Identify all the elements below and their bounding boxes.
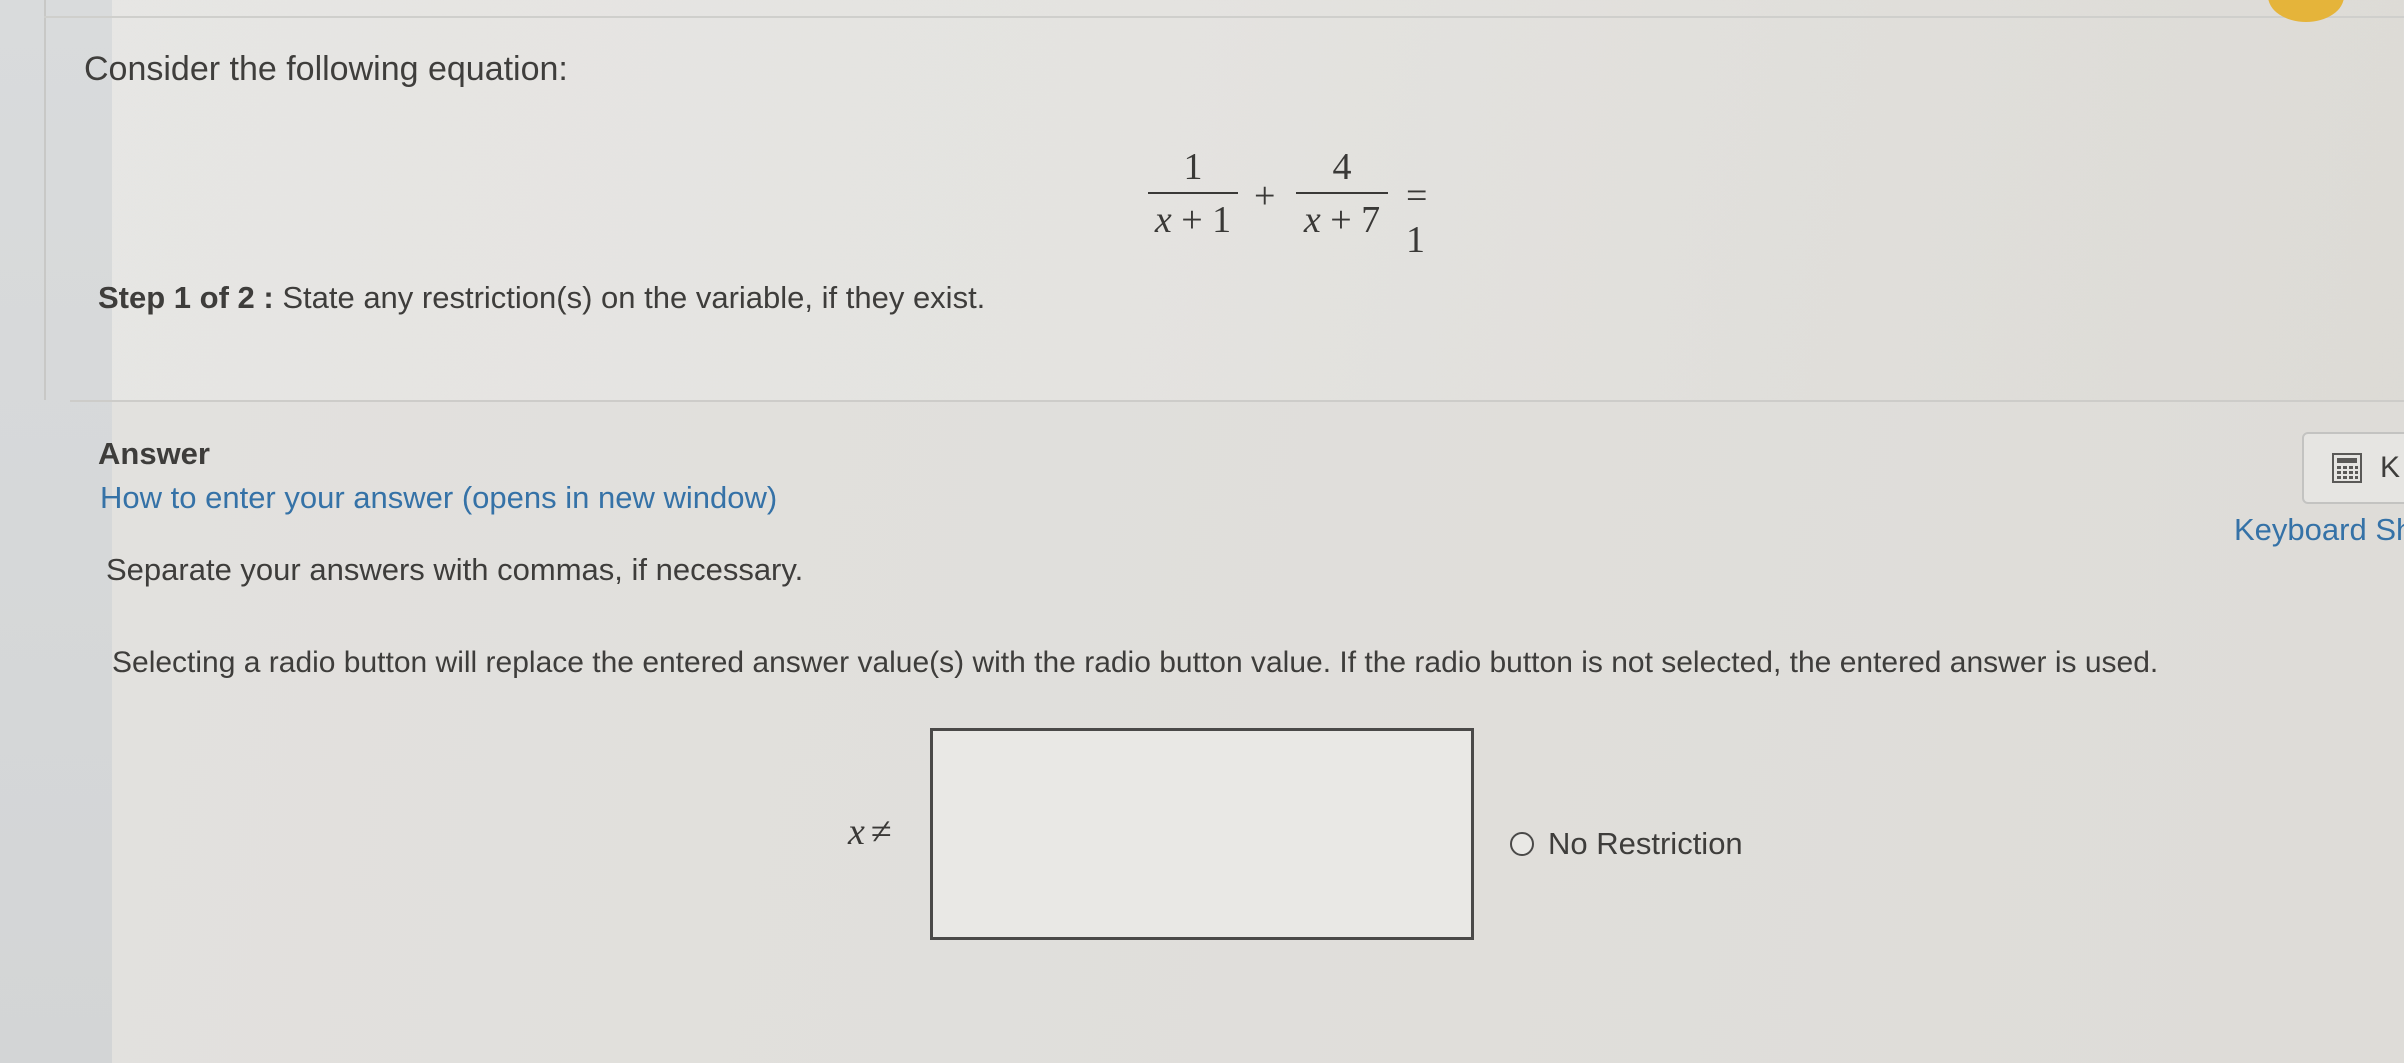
fraction-2: 4 x + 7 [1296,142,1388,246]
how-to-enter-answer-link[interactable]: How to enter your answer (opens in new w… [100,480,777,516]
step-label: Step 1 of 2 : [98,280,274,315]
plus-sign: + [1254,175,1276,217]
radio-button-instruction: Selecting a radio button will replace th… [112,646,2159,679]
fraction-2-denominator: x + 7 [1296,194,1388,246]
restriction-answer-input[interactable] [930,728,1474,940]
equals-one: = 1 [1406,175,1428,261]
fraction-1-denominator: x + 1 [1148,194,1238,246]
step-instruction: Step 1 of 2 : State any restriction(s) o… [98,280,985,316]
answer-heading: Answer [98,436,210,471]
left-border-line [44,0,46,400]
section-divider [70,400,2404,402]
radio-button[interactable] [1510,832,1534,856]
separate-answers-instruction: Separate your answers with commas, if ne… [106,552,804,587]
top-border-line [44,16,2404,18]
keyboard-shortcuts-link[interactable]: Keyboard Sh [2234,512,2404,548]
variable: x [1154,199,1172,241]
input-prefix: x ≠ [848,810,892,854]
not-equal-symbol: ≠ [870,811,892,853]
no-restriction-radio-option[interactable]: No Restriction [1510,826,1743,862]
left-gutter [0,0,112,1063]
keyboard-button[interactable]: K [2302,432,2404,504]
fraction-2-numerator: 4 [1332,146,1352,188]
question-prompt: Consider the following equation: [84,50,568,88]
step-text: State any restriction(s) on the variable… [273,280,986,315]
fraction-1-numerator: 1 [1183,146,1203,188]
denominator-rest: + 1 [1171,199,1232,241]
fraction-1: 1 x + 1 [1148,142,1238,246]
variable: x [1303,199,1321,241]
keyboard-button-label: K [2380,451,2401,484]
no-restriction-label: No Restriction [1548,826,1743,861]
prefix-variable: x [848,811,865,853]
denominator-rest: + 7 [1320,199,1381,241]
status-badge [2268,0,2344,22]
calculator-icon [2332,453,2362,483]
